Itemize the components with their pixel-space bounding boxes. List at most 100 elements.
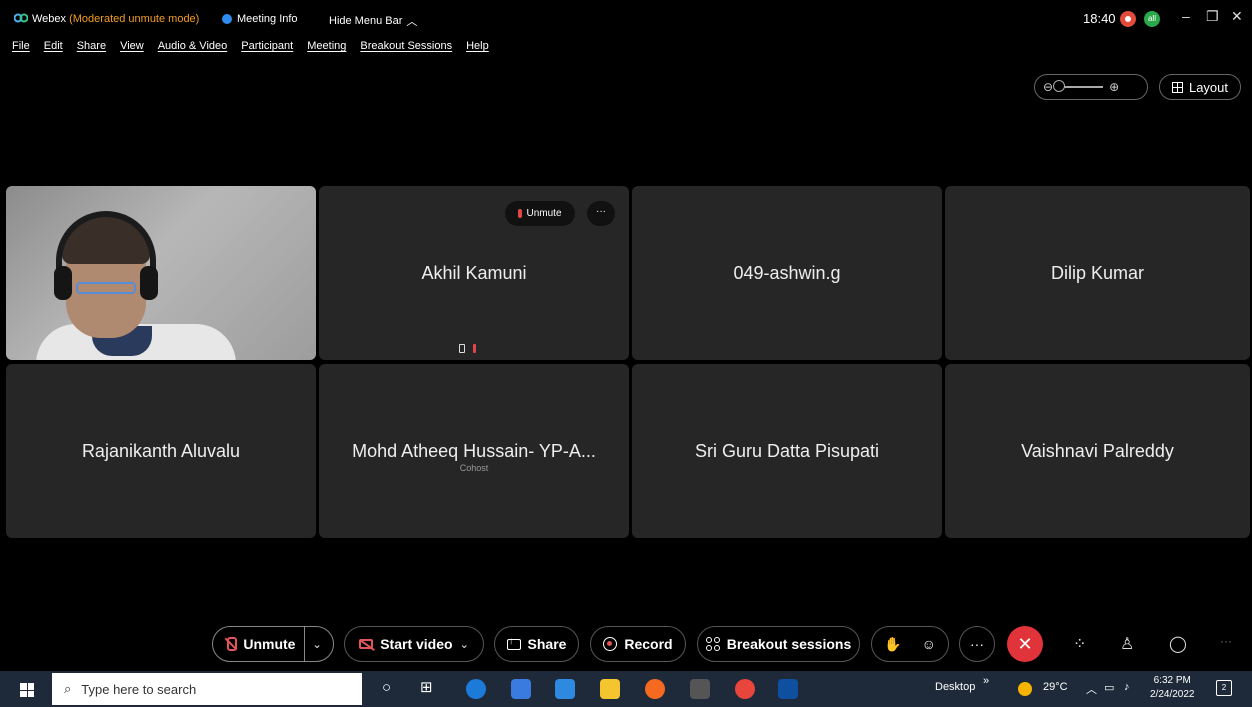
layout-label: Layout	[1188, 79, 1229, 95]
menu-breakout-sessions[interactable]: Breakout Sessions	[360, 40, 452, 52]
unmute-mode-label: (Moderated unmute mode)	[69, 13, 200, 25]
title-bar: Webex (Moderated unmute mode) Meeting In…	[0, 0, 1252, 38]
breakout-sessions-button[interactable]: Breakout sessions	[697, 626, 860, 662]
menu-view[interactable]: View	[120, 40, 144, 52]
chevron-down-icon[interactable]: ⌄	[312, 638, 321, 651]
more-options-button[interactable]: ···	[959, 626, 995, 662]
info-icon	[222, 14, 232, 24]
zoom-slider[interactable]: ⊖ ⊕	[1034, 74, 1148, 100]
store-icon[interactable]	[511, 679, 531, 699]
headphone-ear-left	[54, 266, 72, 300]
share-button[interactable]: Share	[494, 626, 579, 662]
battery-icon[interactable]: ▭	[1104, 681, 1114, 694]
cohost-label: Cohost	[459, 463, 489, 473]
record-label: Record	[624, 636, 673, 652]
unmute-button[interactable]: Unmute ⌄	[212, 626, 334, 662]
taskbar-search-input[interactable]: ⌕ Type here to search	[52, 673, 362, 705]
hide-menu-bar-button[interactable]: Hide Menu Bar ︿	[329, 13, 417, 29]
emoji-reaction-icon[interactable]: ☺	[922, 636, 936, 652]
apps-icon[interactable]: ⁘	[1073, 634, 1086, 654]
tile-unmute-button[interactable]: Unmute	[505, 201, 575, 226]
tile-more-options-button[interactable]: ···	[587, 201, 615, 226]
mail-icon[interactable]	[555, 679, 575, 699]
headphone-ear-right	[140, 266, 158, 300]
notification-icon[interactable]: 2	[1216, 680, 1232, 696]
chevron-down-icon[interactable]: ⌄	[460, 638, 469, 651]
weather-temp[interactable]: 29°C	[1043, 681, 1068, 693]
toolbar-expand-icon[interactable]: »	[983, 675, 989, 687]
taskbar-time: 6:32 PM	[1153, 675, 1191, 686]
participant-name: Rajanikanth Aluvalu	[81, 440, 241, 461]
participant-name: Mohd Atheeq Hussain- YP-A...	[352, 440, 596, 461]
participant-tile[interactable]: Sri Guru Datta Pisupati	[632, 364, 942, 538]
windows-start-icon[interactable]	[20, 683, 34, 697]
task-view-icon[interactable]: ⊞	[420, 678, 433, 696]
participant-tile[interactable]: Akhil Kamuni	[319, 186, 629, 360]
participant-tile[interactable]: Rajanikanth Aluvalu	[6, 364, 316, 538]
restore-icon[interactable]: ❐	[1206, 8, 1219, 25]
participant-tile[interactable]: 049-ashwin.g	[632, 186, 942, 360]
zoom-track[interactable]	[1053, 80, 1104, 92]
minimize-icon[interactable]: –	[1182, 8, 1190, 24]
webex-logo-icon	[14, 13, 28, 23]
participant-tile[interactable]: Mohd Atheeq Hussain- YP-A... Cohost	[319, 364, 629, 538]
hide-menu-label: Hide Menu Bar	[329, 15, 403, 27]
menu-file[interactable]: File	[12, 40, 30, 52]
participant-name: Sri Guru Datta Pisupati	[694, 440, 880, 461]
raise-hand-icon[interactable]: ✋	[884, 636, 901, 653]
breakout-icon	[705, 637, 720, 651]
participant-name: 049-ashwin.g	[733, 262, 841, 283]
volume-icon[interactable]: ♪	[1124, 681, 1130, 693]
layout-button[interactable]: Layout	[1159, 74, 1241, 100]
weather-icon[interactable]	[1018, 682, 1032, 696]
record-icon	[603, 637, 618, 651]
chrome-icon[interactable]	[735, 679, 755, 699]
participant-tile[interactable]: Dilip Kumar	[945, 186, 1250, 360]
menu-share[interactable]: Share	[77, 40, 106, 52]
zoom-knob[interactable]	[1053, 80, 1066, 92]
zoom-in-icon[interactable]: ⊕	[1109, 80, 1119, 94]
participants-icon[interactable]: ♙	[1120, 634, 1134, 654]
menu-audio-video[interactable]: Audio & Video	[158, 40, 228, 52]
camera-app-icon[interactable]	[690, 679, 710, 699]
chevron-up-icon: ︿	[406, 16, 418, 28]
record-button[interactable]: Record	[590, 626, 686, 662]
webex-taskbar-icon[interactable]	[778, 679, 798, 699]
recording-indicator-icon[interactable]	[1120, 11, 1136, 27]
search-icon: ⌕	[64, 681, 72, 696]
camera-off-icon	[359, 639, 374, 649]
taskbar-date: 2/24/2022	[1150, 689, 1195, 700]
chat-icon[interactable]: ◯	[1169, 634, 1187, 654]
start-video-button[interactable]: Start video ⌄	[344, 626, 484, 662]
menu-meeting[interactable]: Meeting	[307, 40, 346, 52]
firefox-icon[interactable]	[645, 679, 665, 699]
menu-participant[interactable]: Participant	[241, 40, 293, 52]
tile-status-icons	[459, 344, 476, 353]
file-explorer-icon[interactable]	[600, 679, 620, 699]
participant-name: Vaishnavi Palreddy	[1021, 440, 1174, 461]
menu-edit[interactable]: Edit	[44, 40, 63, 52]
reactions-group[interactable]: ✋ ☺	[871, 626, 949, 662]
tile-unmute-label: Unmute	[526, 208, 562, 219]
taskbar-clock[interactable]: 6:32 PM 2/24/2022	[1150, 674, 1195, 702]
meeting-info-button[interactable]: Meeting Info	[222, 13, 298, 25]
meeting-clock: 18:40	[1083, 11, 1116, 26]
zoom-out-icon[interactable]: ⊖	[1043, 80, 1053, 94]
more-panels-icon[interactable]: ···	[1220, 634, 1232, 648]
mic-muted-icon	[473, 344, 476, 353]
leave-meeting-button[interactable]: ✕	[1007, 626, 1043, 662]
network-health-icon[interactable]: all	[1144, 11, 1160, 27]
cortana-icon[interactable]: ○	[382, 679, 391, 696]
menu-help[interactable]: Help	[466, 40, 489, 52]
participant-tile[interactable]: Vaishnavi Palreddy	[945, 364, 1250, 538]
divider	[304, 627, 306, 661]
phone-icon	[459, 344, 465, 353]
mic-muted-icon	[518, 209, 523, 218]
desktop-toolbar-label[interactable]: Desktop	[935, 681, 975, 693]
tray-chevron-icon[interactable]: ︿	[1086, 681, 1097, 697]
participant-video-tile[interactable]	[6, 186, 316, 360]
close-icon[interactable]: ✕	[1231, 8, 1243, 25]
search-placeholder: Type here to search	[81, 681, 197, 697]
edge-icon[interactable]	[466, 679, 486, 699]
start-video-label: Start video	[380, 636, 453, 652]
